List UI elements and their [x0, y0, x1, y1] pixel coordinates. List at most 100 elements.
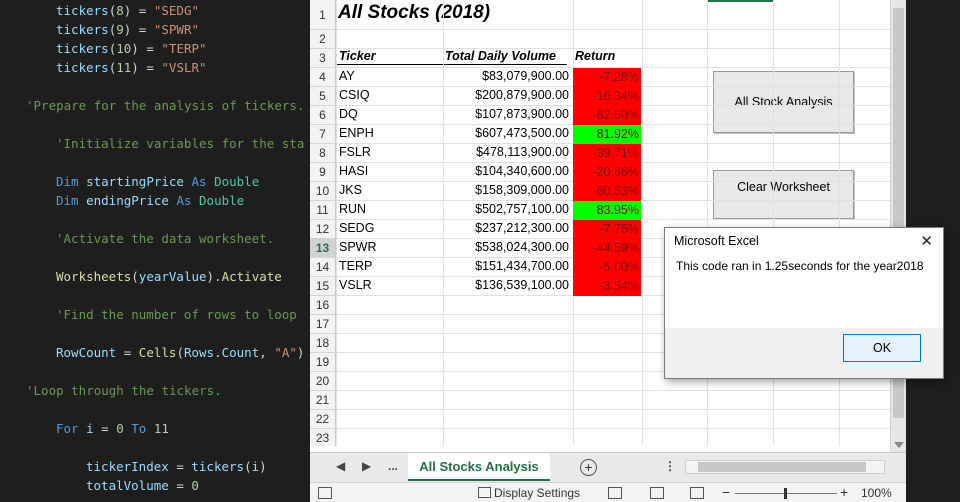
row-header[interactable]: 13: [310, 239, 336, 258]
code-line[interactable]: RowCount = Cells(Rows.Count, "A"): [56, 343, 304, 362]
volume-cell[interactable]: $478,113,900.00: [443, 145, 571, 162]
display-settings-button[interactable]: Display Settings: [494, 486, 580, 500]
zoom-level[interactable]: 100%: [861, 486, 892, 500]
worksheet-grid[interactable]: All Stocks (2018) Ticker Total Daily Vol…: [310, 0, 890, 446]
row-header[interactable]: 7: [310, 125, 336, 144]
row-header[interactable]: 15: [310, 277, 336, 296]
ticker-cell[interactable]: RUN: [337, 202, 437, 219]
row-header[interactable]: 17: [310, 315, 336, 334]
close-icon[interactable]: ✕: [920, 232, 933, 250]
code-line[interactable]: 'Prepare for the analysis of tickers.: [26, 96, 304, 115]
page-break-preview-icon[interactable]: [690, 487, 704, 499]
clear-worksheet-button[interactable]: Clear Worksheet: [713, 170, 854, 219]
volume-cell[interactable]: $107,873,900.00: [443, 107, 571, 124]
code-line[interactable]: tickers(9) = "SPWR": [56, 20, 199, 39]
page-layout-icon[interactable]: [650, 487, 664, 499]
row-header[interactable]: 8: [310, 144, 336, 163]
return-cell[interactable]: -39.71%: [573, 144, 641, 163]
ticker-cell[interactable]: SEDG: [337, 221, 437, 238]
row-header[interactable]: 5: [310, 87, 336, 106]
row-header[interactable]: 19: [310, 353, 336, 372]
zoom-in-button[interactable]: +: [840, 484, 848, 500]
volume-cell[interactable]: $83,079,900.00: [443, 69, 571, 86]
ticker-cell[interactable]: VSLR: [337, 278, 437, 295]
row-header[interactable]: 4: [310, 68, 336, 87]
more-sheets-button[interactable]: ...: [388, 459, 398, 473]
return-cell[interactable]: -60.53%: [573, 182, 641, 201]
vba-code-editor[interactable]: tickers(8) = "SEDG" tickers(9) = "SPWR" ti…: [0, 0, 310, 502]
zoom-slider-thumb[interactable]: [784, 488, 787, 499]
ok-button[interactable]: OK: [843, 334, 921, 362]
code-line[interactable]: Worksheets(yearValue).Activate: [56, 267, 282, 286]
row-header[interactable]: 14: [310, 258, 336, 277]
return-cell[interactable]: -20.66%: [573, 163, 641, 182]
row-header[interactable]: 11: [310, 201, 336, 220]
code-line[interactable]: 'Find the number of rows to loop: [56, 305, 297, 324]
row-header[interactable]: 23: [310, 429, 336, 446]
ticker-cell[interactable]: SPWR: [337, 240, 437, 257]
code-line[interactable]: tickers(10) = "TERP": [56, 39, 207, 58]
volume-cell[interactable]: $104,340,600.00: [443, 164, 571, 181]
return-cell[interactable]: 81.92%: [573, 125, 641, 144]
ticker-cell[interactable]: HASI: [337, 164, 437, 181]
volume-cell[interactable]: $607,473,500.00: [443, 126, 571, 143]
volume-cell[interactable]: $136,539,100.00: [443, 278, 571, 295]
row-header[interactable]: 18: [310, 334, 336, 353]
row-header[interactable]: 6: [310, 106, 336, 125]
code-line[interactable]: totalVolume = 0: [86, 476, 199, 495]
row-header[interactable]: 1: [310, 0, 336, 30]
ticker-cell[interactable]: TERP: [337, 259, 437, 276]
return-cell[interactable]: -7.75%: [573, 220, 641, 239]
row-header[interactable]: 3: [310, 49, 336, 68]
return-cell[interactable]: -62.60%: [573, 106, 641, 125]
tab-all-stocks-analysis[interactable]: All Stocks Analysis: [408, 453, 550, 481]
return-cell[interactable]: -3.54%: [573, 277, 641, 296]
row-header[interactable]: 16: [310, 296, 336, 315]
vertical-scrollbar[interactable]: [890, 0, 906, 452]
ticker-cell[interactable]: ENPH: [337, 126, 437, 143]
ticker-cell[interactable]: DQ: [337, 107, 437, 124]
scroll-down-arrow-icon[interactable]: [894, 442, 904, 448]
horizontal-scroll-thumb[interactable]: [698, 462, 866, 472]
ticker-cell[interactable]: CSIQ: [337, 88, 437, 105]
next-sheet-icon[interactable]: ▶: [362, 459, 371, 473]
volume-cell[interactable]: $237,212,300.00: [443, 221, 571, 238]
dialog-title-bar[interactable]: Microsoft Excel ✕: [665, 228, 943, 254]
ticker-cell[interactable]: FSLR: [337, 145, 437, 162]
row-header[interactable]: 12: [310, 220, 336, 239]
code-line[interactable]: 'Activate the data worksheet.: [56, 229, 274, 248]
code-token: Double: [214, 174, 260, 189]
volume-cell[interactable]: $200,879,900.00: [443, 88, 571, 105]
code-line[interactable]: tickerIndex = tickers(i): [86, 457, 267, 476]
ticker-cell[interactable]: JKS: [337, 183, 437, 200]
volume-cell[interactable]: $538,024,300.00: [443, 240, 571, 257]
return-cell[interactable]: -5.00%: [573, 258, 641, 277]
row-header[interactable]: 21: [310, 391, 336, 410]
code-line[interactable]: 'Initialize variables for the sta: [56, 134, 304, 153]
return-cell[interactable]: 83.95%: [573, 201, 641, 220]
prev-sheet-icon[interactable]: ◀: [336, 459, 345, 473]
add-sheet-icon[interactable]: +: [580, 459, 597, 476]
volume-cell[interactable]: $158,309,000.00: [443, 183, 571, 200]
code-line[interactable]: tickers(8) = "SEDG": [56, 1, 199, 20]
return-cell[interactable]: -16.34%: [573, 87, 641, 106]
return-cell[interactable]: -7.28%: [573, 68, 641, 87]
row-header[interactable]: 2: [310, 30, 336, 49]
tab-options-icon[interactable]: ⋮: [664, 459, 676, 473]
code-line[interactable]: 'Loop through the tickers.: [26, 381, 222, 400]
row-header[interactable]: 22: [310, 410, 336, 429]
row-header[interactable]: 20: [310, 372, 336, 391]
horizontal-scrollbar[interactable]: [685, 460, 885, 474]
ticker-cell[interactable]: AY: [337, 69, 437, 86]
volume-cell[interactable]: $151,434,700.00: [443, 259, 571, 276]
code-line[interactable]: For i = 0 To 11: [56, 419, 169, 438]
code-line[interactable]: Dim endingPrice As Double: [56, 191, 244, 210]
volume-cell[interactable]: $502,757,100.00: [443, 202, 571, 219]
row-header[interactable]: 9: [310, 163, 336, 182]
normal-view-icon[interactable]: [608, 487, 622, 499]
code-line[interactable]: tickers(11) = "VSLR": [56, 58, 207, 77]
code-line[interactable]: Dim startingPrice As Double: [56, 172, 259, 191]
zoom-out-button[interactable]: −: [722, 484, 730, 500]
row-header[interactable]: 10: [310, 182, 336, 201]
return-cell[interactable]: -44.59%: [573, 239, 641, 258]
